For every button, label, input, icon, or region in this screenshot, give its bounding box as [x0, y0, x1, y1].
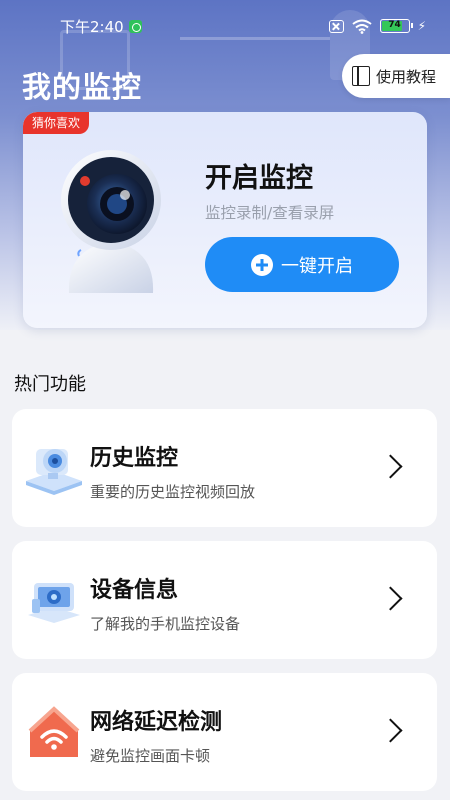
feature-title: 历史监控 [90, 446, 179, 471]
device-info-icon [28, 583, 80, 623]
start-button-label: 一键开启 [281, 255, 353, 277]
hero-card: 猜你喜欢 开启监控 监控录制/查看录屏 一键开启 [23, 112, 427, 328]
security-camera-icon [61, 150, 161, 293]
feature-description: 重要的历史监控视频回放 [90, 483, 256, 501]
start-monitoring-button[interactable]: 一键开启 [205, 237, 399, 292]
status-time: 下午2:40 [60, 17, 124, 36]
status-bar: 下午2:40 74 ⚡ [0, 0, 450, 52]
plus-circle-icon [251, 253, 273, 276]
recommend-badge: 猜你喜欢 [23, 112, 90, 134]
feature-device-info[interactable]: 设备信息 了解我的手机监控设备 [12, 541, 437, 659]
wifi-house-icon [28, 706, 80, 757]
hero-headline: 开启监控 [205, 163, 313, 194]
battery-percentage: 74 [388, 20, 401, 30]
charging-icon: ⚡ [417, 19, 426, 33]
feature-description: 避免监控画面卡顿 [90, 747, 211, 765]
wifi-icon [351, 19, 372, 34]
hero-subtitle: 监控录制/查看录屏 [205, 204, 335, 222]
notification-icon [128, 19, 142, 33]
chevron-right-icon [378, 586, 403, 611]
chevron-right-icon [378, 718, 403, 743]
status-icons: 74 ⚡ [328, 19, 426, 34]
guide-label: 使用教程 [376, 67, 437, 86]
book-icon [352, 66, 370, 86]
chevron-right-icon [378, 454, 403, 479]
feature-history-monitoring[interactable]: 历史监控 重要的历史监控视频回放 [12, 409, 437, 527]
feature-title: 网络延迟检测 [90, 710, 223, 735]
feature-network-latency[interactable]: 网络延迟检测 避免监控画面卡顿 [12, 673, 437, 791]
guide-button[interactable]: 使用教程 [342, 54, 450, 98]
camera-history-icon [26, 449, 82, 495]
sim-icon [328, 19, 344, 33]
section-title: 热门功能 [14, 374, 86, 395]
battery-icon: 74 [379, 19, 413, 33]
feature-title: 设备信息 [90, 578, 179, 603]
page-title: 我的监控 [22, 70, 143, 104]
feature-description: 了解我的手机监控设备 [90, 615, 241, 633]
